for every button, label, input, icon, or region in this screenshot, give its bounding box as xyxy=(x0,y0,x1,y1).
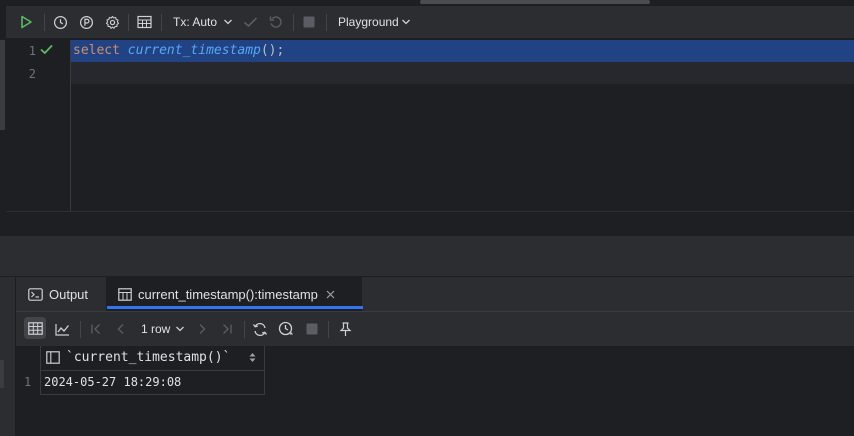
row-number: 1 xyxy=(24,375,32,389)
sql-function: current_timestamp xyxy=(127,43,261,58)
row-count-label: 1 row xyxy=(141,322,171,336)
chart-view-icon[interactable] xyxy=(54,321,70,337)
tab-label: Output xyxy=(49,286,89,302)
line-number: 2 xyxy=(28,67,36,81)
line-gutter xyxy=(6,40,71,211)
stop-icon[interactable] xyxy=(304,321,320,337)
column-icon xyxy=(46,351,60,364)
next-page-icon[interactable] xyxy=(194,321,210,337)
results-toolbar: 1 row xyxy=(16,312,854,347)
sql-keyword: select xyxy=(73,43,120,58)
chevron-down-icon[interactable] xyxy=(172,321,188,337)
schema-label: Playground xyxy=(338,15,399,29)
refresh-icon[interactable] xyxy=(252,321,268,337)
schema-dropdown[interactable]: Playground xyxy=(338,15,399,29)
column-header[interactable]: `current_timestamp()` xyxy=(40,346,265,371)
first-page-icon[interactable] xyxy=(88,321,104,337)
results-side-strip xyxy=(0,277,15,436)
transaction-mode-dropdown[interactable]: Tx: Auto xyxy=(173,15,217,29)
column-header-label: `current_timestamp()` xyxy=(66,350,231,365)
active-tab-indicator xyxy=(107,306,363,309)
line-number: 1 xyxy=(28,44,36,58)
chevron-down-icon[interactable] xyxy=(398,14,414,30)
editor-toolbar: Tx: Auto Playground xyxy=(6,6,854,38)
rollback-icon[interactable] xyxy=(268,14,284,30)
stop-icon[interactable] xyxy=(301,14,317,30)
console-icon xyxy=(28,287,43,301)
editor-side-strip xyxy=(0,40,5,130)
run-icon[interactable] xyxy=(18,14,34,30)
top-scrollbar[interactable] xyxy=(420,0,650,4)
history-icon[interactable] xyxy=(52,14,68,30)
sql-editor[interactable]: 1 select current_timestamp(); 2 xyxy=(6,40,854,211)
pin-icon[interactable] xyxy=(337,321,353,337)
execution-success-icon xyxy=(40,44,53,55)
table-row[interactable]: 2024-05-27 18:29:08 xyxy=(40,370,265,395)
sort-icon[interactable] xyxy=(249,352,256,363)
tab-output[interactable]: Output xyxy=(28,277,88,311)
settings-gear-icon[interactable] xyxy=(104,14,120,30)
table-icon xyxy=(118,287,132,301)
panel-splitter[interactable] xyxy=(0,236,854,276)
previous-page-icon[interactable] xyxy=(113,321,129,337)
grid-view-icon[interactable] xyxy=(24,317,46,339)
tab-label: current_timestamp():timestamp xyxy=(138,286,318,302)
explain-plan-icon[interactable] xyxy=(78,14,94,30)
auto-refresh-clock-icon[interactable] xyxy=(278,321,294,337)
row-count-dropdown[interactable]: 1 row xyxy=(141,322,170,336)
tx-mode-label: Tx: Auto xyxy=(173,15,218,29)
table-view-icon[interactable] xyxy=(136,14,152,30)
side-scroll-thumb[interactable] xyxy=(0,360,4,388)
code-line-1[interactable]: select current_timestamp(); xyxy=(73,43,284,58)
close-icon[interactable] xyxy=(326,290,335,299)
chevron-down-icon[interactable] xyxy=(220,14,236,30)
editor-footer xyxy=(6,211,854,237)
commit-check-icon[interactable] xyxy=(242,14,258,30)
timestamp-cell[interactable]: 2024-05-27 18:29:08 xyxy=(44,375,181,389)
sql-punctuation: (); xyxy=(260,43,285,58)
current-line-highlight xyxy=(71,62,854,84)
last-page-icon[interactable] xyxy=(219,321,235,337)
